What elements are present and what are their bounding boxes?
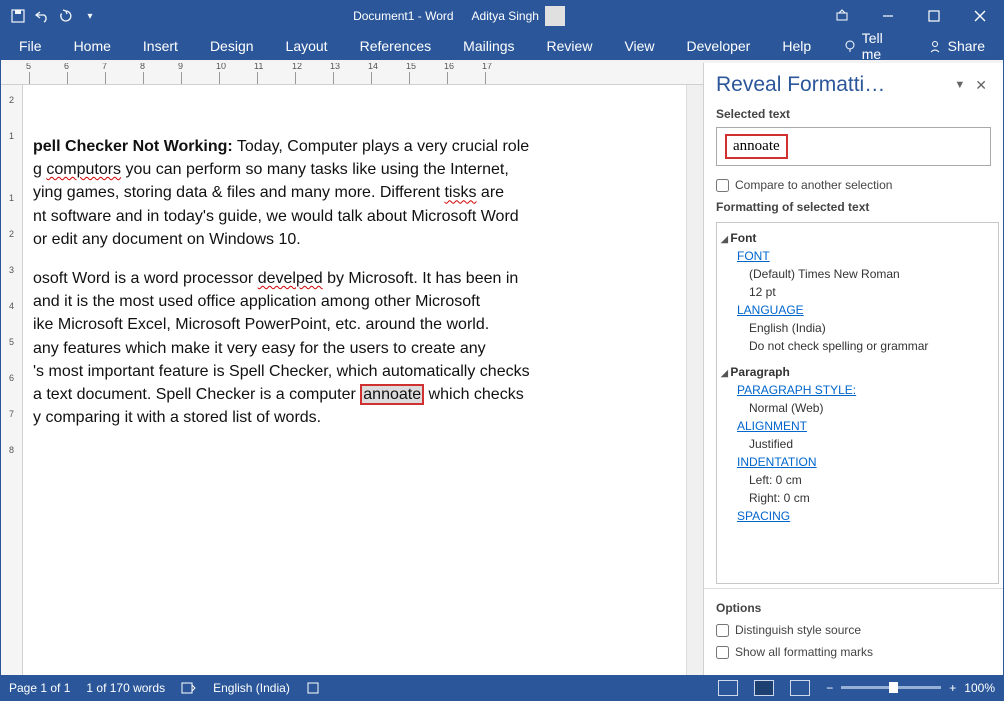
zoom-out-button[interactable]: − (826, 681, 833, 695)
tab-review[interactable]: Review (543, 32, 597, 60)
editor-area: 5 6 7 8 9 10 11 12 13 14 15 16 17 2 1 1 … (1, 63, 703, 675)
document-page[interactable]: pell Checker Not Working: Today, Compute… (31, 105, 674, 663)
spellcheck-icon[interactable] (181, 681, 197, 695)
tab-layout[interactable]: Layout (282, 32, 332, 60)
tab-mailings[interactable]: Mailings (459, 32, 518, 60)
qat-customize-icon[interactable]: ▾ (81, 7, 99, 25)
selected-text-value: annoate (725, 134, 788, 159)
compare-checkbox-row[interactable]: Compare to another selection (704, 174, 1003, 196)
misspelling[interactable]: tisks (444, 184, 476, 201)
document-title: Document1 - Word (353, 9, 453, 23)
tab-references[interactable]: References (356, 32, 436, 60)
distinguish-checkbox-row[interactable]: Distinguish style source (716, 619, 991, 641)
show-marks-checkbox-row[interactable]: Show all formatting marks (716, 641, 991, 663)
selected-text-box[interactable]: annoate (716, 127, 991, 166)
tab-design[interactable]: Design (206, 32, 258, 60)
paragraph-style-value: Normal (Web) (721, 399, 992, 417)
paragraph-2[interactable]: osoft Word is a word processor develped … (33, 267, 662, 429)
pane-menu-icon[interactable]: ▼ (948, 79, 971, 91)
indentation-link[interactable]: INDENTATION (721, 453, 992, 471)
macro-icon[interactable] (306, 681, 320, 695)
web-layout-icon[interactable] (790, 680, 810, 696)
alignment-link[interactable]: ALIGNMENT (721, 417, 992, 435)
pane-title: Reveal Formatti… (716, 73, 948, 97)
bulb-icon (843, 39, 856, 53)
statusbar: Page 1 of 1 1 of 170 words English (Indi… (1, 675, 1003, 700)
quick-access-toolbar: ▾ (1, 7, 99, 25)
vertical-scrollbar[interactable] (686, 85, 703, 675)
tab-view[interactable]: View (620, 32, 658, 60)
paragraph-1[interactable]: pell Checker Not Working: Today, Compute… (33, 135, 662, 251)
zoom-slider[interactable] (841, 686, 941, 689)
language-value-2: Do not check spelling or grammar (721, 337, 992, 355)
font-size-value: 12 pt (721, 283, 992, 301)
show-marks-checkbox[interactable] (716, 646, 729, 659)
repeat-icon[interactable] (57, 7, 75, 25)
tab-help[interactable]: Help (778, 32, 815, 60)
print-layout-icon[interactable] (754, 680, 774, 696)
indent-left-value: Left: 0 cm (721, 471, 992, 489)
language-link[interactable]: LANGUAGE (721, 301, 992, 319)
font-link[interactable]: FONT (721, 247, 992, 265)
horizontal-ruler[interactable]: 5 6 7 8 9 10 11 12 13 14 15 16 17 (1, 63, 703, 85)
font-group[interactable]: Font (721, 229, 992, 247)
indent-right-value: Right: 0 cm (721, 489, 992, 507)
zoom-control: − + 100% (826, 681, 995, 695)
pane-options: Options Distinguish style source Show al… (704, 588, 1003, 675)
workspace: 5 6 7 8 9 10 11 12 13 14 15 16 17 2 1 1 … (1, 63, 1003, 675)
tab-file[interactable]: File (15, 32, 46, 60)
font-value: (Default) Times New Roman (721, 265, 992, 283)
distinguish-checkbox[interactable] (716, 624, 729, 637)
avatar-icon[interactable] (545, 6, 565, 26)
paragraph-group[interactable]: Paragraph (721, 363, 992, 381)
formatting-tree[interactable]: Font FONT (Default) Times New Roman 12 p… (716, 222, 999, 584)
tell-me[interactable]: Tell me (839, 24, 905, 68)
misspelling[interactable]: develped (258, 270, 323, 287)
status-page[interactable]: Page 1 of 1 (9, 681, 70, 695)
save-icon[interactable] (9, 7, 27, 25)
language-value: English (India) (721, 319, 992, 337)
misspelling[interactable]: computors (46, 161, 121, 178)
share-button[interactable]: Share (924, 32, 989, 60)
ribbon-tabs: File Home Insert Design Layout Reference… (1, 31, 1003, 63)
options-label: Options (716, 597, 991, 619)
undo-icon[interactable] (33, 7, 51, 25)
tab-insert[interactable]: Insert (139, 32, 182, 60)
pane-close-icon[interactable]: ✕ (971, 77, 991, 94)
user-name: Aditya Singh (472, 9, 539, 23)
status-words[interactable]: 1 of 170 words (86, 681, 165, 695)
status-language[interactable]: English (India) (213, 681, 290, 695)
tab-home[interactable]: Home (70, 32, 115, 60)
page-viewport[interactable]: pell Checker Not Working: Today, Compute… (23, 85, 686, 675)
spacing-link[interactable]: SPACING (721, 507, 992, 525)
zoom-in-button[interactable]: + (949, 681, 956, 695)
compare-checkbox[interactable] (716, 179, 729, 192)
selected-text-label: Selected text (704, 103, 1003, 125)
share-icon (928, 39, 942, 53)
selected-word[interactable]: annoate (360, 384, 424, 405)
reveal-formatting-pane: Reveal Formatti… ▼ ✕ Selected text annoa… (703, 63, 1003, 675)
formatting-label: Formatting of selected text (704, 196, 1003, 218)
paragraph-style-link[interactable]: PARAGRAPH STYLE: (721, 381, 992, 399)
read-mode-icon[interactable] (718, 680, 738, 696)
zoom-percent[interactable]: 100% (964, 681, 995, 695)
tab-developer[interactable]: Developer (683, 32, 755, 60)
alignment-value: Justified (721, 435, 992, 453)
vertical-ruler[interactable]: 2 1 1 2 3 4 5 6 7 8 (1, 85, 23, 675)
